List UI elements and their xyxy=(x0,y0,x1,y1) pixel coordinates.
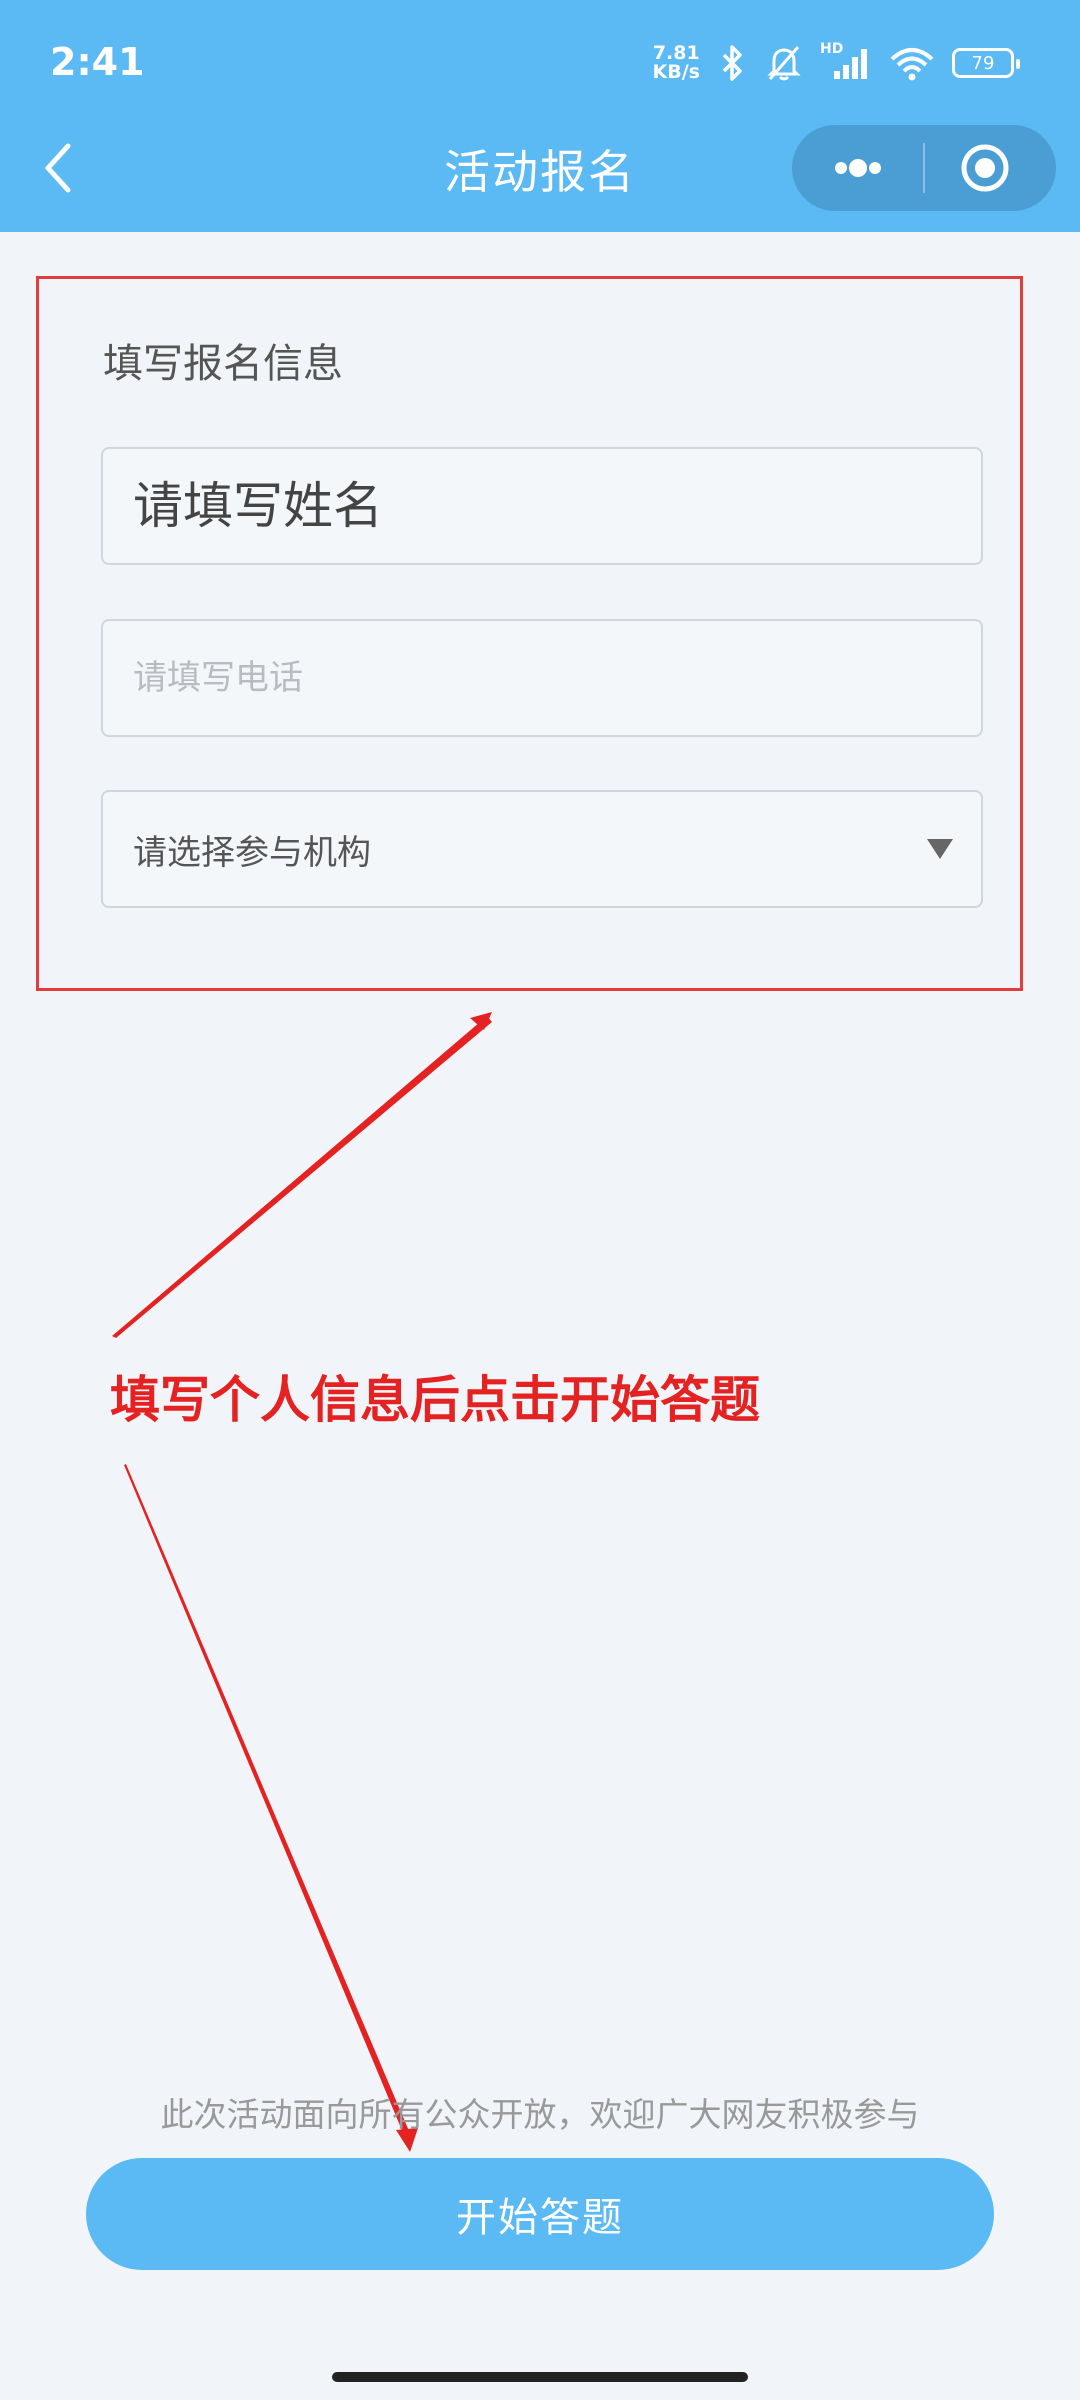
status-icons: 7.81 KB/s HD 79 xyxy=(653,38,1020,88)
mute-bell-icon xyxy=(767,46,801,81)
annotation-arrow-down xyxy=(124,1464,412,2140)
net-speed-unit: KB/s xyxy=(652,61,700,83)
organization-select[interactable]: 请选择参与机构 xyxy=(101,790,983,908)
battery-indicator: 79 xyxy=(952,48,1020,78)
target-circle-icon xyxy=(961,144,1009,192)
signup-form-panel: 填写报名信息 请选择参与机构 xyxy=(36,276,1023,991)
home-indicator[interactable] xyxy=(332,2372,748,2382)
network-speed: 7.81 KB/s xyxy=(653,44,700,82)
annotation-arrow-up-head xyxy=(470,1012,492,1030)
organization-select-label: 请选择参与机构 xyxy=(133,832,371,873)
annotation-text: 填写个人信息后点击开始答题 xyxy=(110,1371,760,1429)
name-input[interactable] xyxy=(103,449,981,563)
wifi-icon xyxy=(890,48,934,81)
status-time: 2:41 xyxy=(50,40,145,84)
phone-field[interactable] xyxy=(101,619,983,737)
start-quiz-button[interactable]: 开始答题 xyxy=(86,2158,994,2270)
close-mini-program-button[interactable] xyxy=(925,125,1056,211)
annotation-arrow-up xyxy=(112,1016,492,1338)
mini-program-capsule xyxy=(792,125,1056,211)
top-header: 2:41 7.81 KB/s HD 79 活动报名 xyxy=(0,0,1080,232)
dropdown-caret-icon xyxy=(927,839,953,859)
phone-input[interactable] xyxy=(103,621,981,735)
name-field[interactable] xyxy=(101,447,983,565)
form-heading: 填写报名信息 xyxy=(103,341,343,387)
more-button[interactable] xyxy=(792,125,923,211)
more-dots-icon xyxy=(835,159,881,177)
bluetooth-icon xyxy=(722,45,742,81)
footnote: 此次活动面向所有公众开放，欢迎广大网友积极参与 xyxy=(160,2095,920,2134)
signal-icon: HD xyxy=(820,41,872,83)
